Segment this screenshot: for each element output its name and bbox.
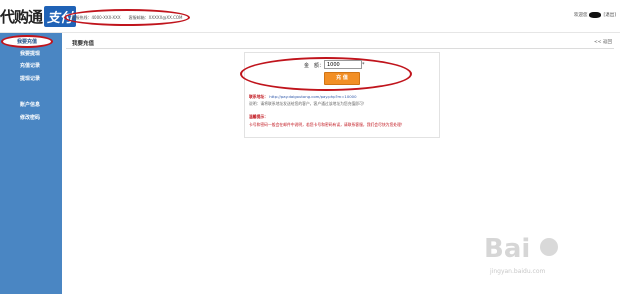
sidebar-item-account-info[interactable]: 账户信息 [3,99,57,109]
user-welcome: 欢迎您 [退出] [574,12,616,18]
address-line: 联系地址： http://pay.daigoutong.com/pay.php?… [249,94,357,99]
sidebar-item-withdraw[interactable]: 我要提现 [3,48,57,58]
welcome-text: 欢迎您 [573,13,588,18]
tip-title: 温馨提示： [249,114,268,119]
page-title: 我要充值 [72,41,95,47]
contact-email: 客服邮箱：XXXXX@XX.COM [128,14,183,20]
tip-text: 卡号和密码一般会在邮件中说明，若您卡号和密码有误，请联系客服，我们会尽快为您处理… [249,122,405,127]
address-label: 联系地址： [249,94,268,99]
sidebar-item-change-password[interactable]: 修改密码 [3,112,57,122]
logout-link[interactable]: [退出] [603,12,616,18]
sidebar-item-withdraw-records[interactable]: 提现记录 [3,73,57,83]
baidu-watermark: Bai jingyan.baidu.com [484,234,596,282]
redacted-username [589,12,602,18]
sidebar-nav: 我要充值 我要提现 充值记录 提现记录 账户信息 修改密码 [0,33,62,294]
address-url[interactable]: http://pay.daigoutong.com/pay.php?m=1000… [269,94,356,99]
watermark-brand: Bai [484,234,531,264]
title-divider [66,48,614,49]
amount-label: 金 额： [304,63,325,69]
amount-input[interactable] [324,60,362,69]
contact-phone: 客服热线：4000-XXX-XXX [71,14,121,20]
back-link[interactable]: << 返回 [594,39,612,45]
watermark-url: jingyan.baidu.com [490,268,546,275]
required-mark: * [362,62,365,68]
address-note: 说明：请将联系地址发送给您的客户，客户通过该地址为您充值即可！ [249,101,367,106]
paw-icon [540,238,558,256]
contact-info: 客服热线：4000-XXX-XXX 客服邮箱：XXXXX@XX.COM [64,9,190,26]
recharge-button[interactable]: 充 值 [324,72,360,85]
logo-text: 代购通 [0,7,43,26]
sidebar-item-recharge-records[interactable]: 充值记录 [3,60,57,70]
header-bar: 代购通 支付 客服热线：4000-XXX-XXX 客服邮箱：XXXXX@XX.C… [0,0,620,33]
sidebar-item-recharge[interactable]: 我要充值 [1,35,53,48]
